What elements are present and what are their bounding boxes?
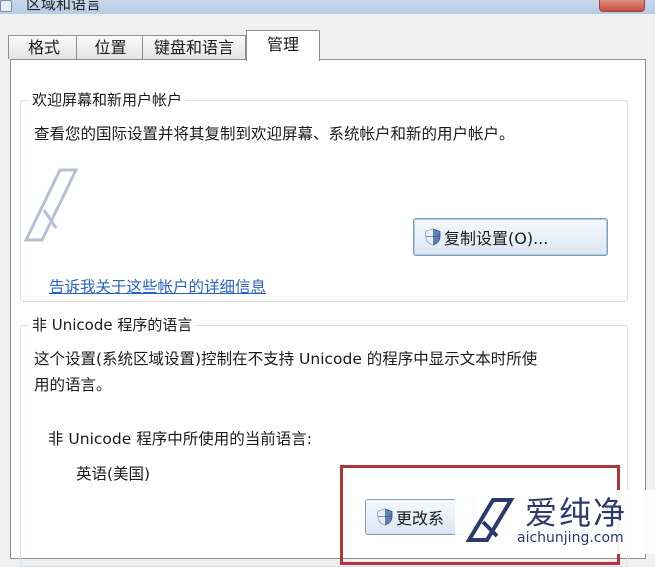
copy-settings-label: 复制设置(O)... (444, 229, 549, 248)
tab-strip: 格式 位置 键盘和语言 管理 (0, 30, 655, 61)
watermark-faint-logo-icon (23, 168, 79, 242)
tab-administrative[interactable]: 管理 (246, 30, 320, 61)
tab-keyboards-languages[interactable]: 键盘和语言 (142, 35, 246, 59)
copy-settings-button[interactable]: 复制设置(O)... (413, 218, 608, 256)
brand-logo-icon (465, 498, 515, 542)
close-button[interactable] (599, 0, 645, 12)
non-unicode-description-line1: 这个设置(系统区域设置)控制在不支持 Unicode 的程序中显示文本时所使 (34, 350, 538, 368)
current-language-label: 非 Unicode 程序中所使用的当前语言: (48, 430, 312, 448)
window-title: 区域和语言 (26, 0, 102, 13)
watermark-logo: 爱纯净 aichunjing.com (455, 490, 655, 554)
title-bar: 区域和语言 (0, 0, 655, 14)
uac-shield-icon (425, 228, 441, 246)
tab-location[interactable]: 位置 (76, 35, 145, 59)
watermark-brand: 爱纯净 (525, 494, 628, 532)
watermark-url: aichunjing.com (517, 530, 624, 546)
welcome-group-legend: 欢迎屏幕和新用户帐户 (29, 90, 186, 110)
accounts-info-link[interactable]: 告诉我关于这些帐户的详细信息 (49, 275, 266, 297)
non-unicode-description-line2: 用的语言。 (34, 376, 112, 394)
current-language-value: 英语(美国) (76, 465, 151, 483)
window-icon (0, 0, 12, 12)
tab-formats[interactable]: 格式 (8, 35, 80, 59)
non-unicode-group-legend: 非 Unicode 程序的语言 (29, 315, 196, 335)
